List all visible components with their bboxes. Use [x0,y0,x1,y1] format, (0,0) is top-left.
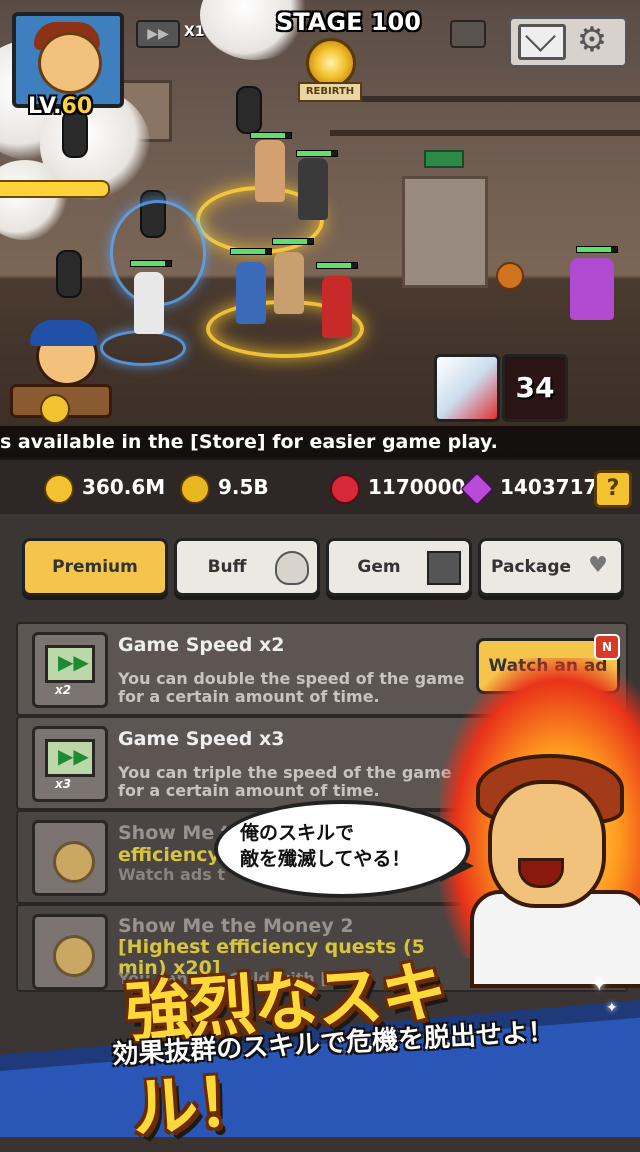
balcony-railing [330,130,640,136]
speech-bubble-text: 俺のスキルで 敵を殲滅してやる！ [240,822,411,870]
level-indicator: LV.60 [28,94,93,119]
skill-cooldown-counter: 34 [515,371,555,404]
enemy-hp-bar [576,246,618,253]
skill-slot-2[interactable]: 34 [502,354,568,422]
gold-coin-icon [44,473,74,504]
tab-label: Gem [357,557,401,577]
mail-icon[interactable] [518,24,566,60]
ally-fighter [274,252,304,314]
wings-heart-icon: ♥ [588,553,608,578]
ally-fighter [255,140,285,202]
news-ticker: s available in the [Store] for easier ga… [0,426,640,458]
tab-label: Package [490,557,572,577]
stage-indicator: STAGE 100 [276,8,421,36]
balcony-railing [330,96,640,102]
item-description: You can double the speed of the game for… [118,669,465,706]
gym-door [402,176,488,288]
hp-bar [250,132,292,139]
ally-fighter [298,158,328,220]
game-speed-icon: ▶▶ x2 [32,632,108,708]
rebirth-bell-icon[interactable] [306,38,356,88]
gold-counter: 360.6M [44,472,165,504]
gold-coins-icon [32,914,108,990]
help-button[interactable]: ? [594,470,632,508]
tab-premium[interactable]: Premium [22,538,168,596]
hp-bar [130,260,172,267]
tab-gem[interactable]: Gem [326,538,472,596]
medal-counter: 9.5B [180,472,269,504]
skill-slot-1[interactable] [434,354,500,422]
new-badge: N [594,634,620,660]
ruby-counter: 1170000 [330,472,465,504]
sparkle-icon: ✦ [606,1000,618,1016]
hp-bar [296,150,338,157]
item-description: You can triple the speed of the game for… [118,763,452,800]
power-gauge [0,180,110,198]
tab-buff[interactable]: Buff [174,538,320,596]
sidekick-character [10,320,112,424]
ally-fighter [236,262,266,324]
item-title: Show Me t efficiency [118,822,230,866]
pause-icon[interactable] [450,20,486,48]
falling-bomb [236,86,262,134]
resource-bar: 360.6M 9.5B 1170000 1403717 [0,458,640,518]
gem-counter: 1403717 [460,471,597,506]
item-title: Game Speed x3 [118,728,285,750]
tab-label: Premium [52,557,138,577]
exit-sign [424,150,464,168]
hp-bar [316,262,358,269]
speed-multiplier: X1 [184,24,205,40]
hp-bar [272,238,314,245]
potion-icon [275,551,309,585]
basketball [496,262,524,290]
ally-fighter [134,272,164,334]
ally-fighter [322,276,352,338]
tab-label: Buff [207,557,247,577]
gift-box-icon [427,551,461,585]
gear-icon[interactable]: ⚙ [574,22,610,58]
hp-bar [230,248,272,255]
tab-package[interactable]: Package ♥ [478,538,624,596]
rebirth-button[interactable]: REBIRTH [298,82,362,102]
game-speed-icon: ▶▶ x3 [32,726,108,802]
gold-coins-icon [32,820,108,896]
aura-effect [100,330,186,366]
item-title: Game Speed x2 [118,634,285,656]
sparkle-icon: ✦ [590,972,609,997]
fast-forward-icon[interactable]: ▶▶ [136,20,180,48]
medal-icon [180,473,210,504]
enemy-fighter [570,258,614,320]
gem-icon [460,471,494,506]
ruby-icon [330,473,360,504]
falling-bomb [56,250,82,298]
